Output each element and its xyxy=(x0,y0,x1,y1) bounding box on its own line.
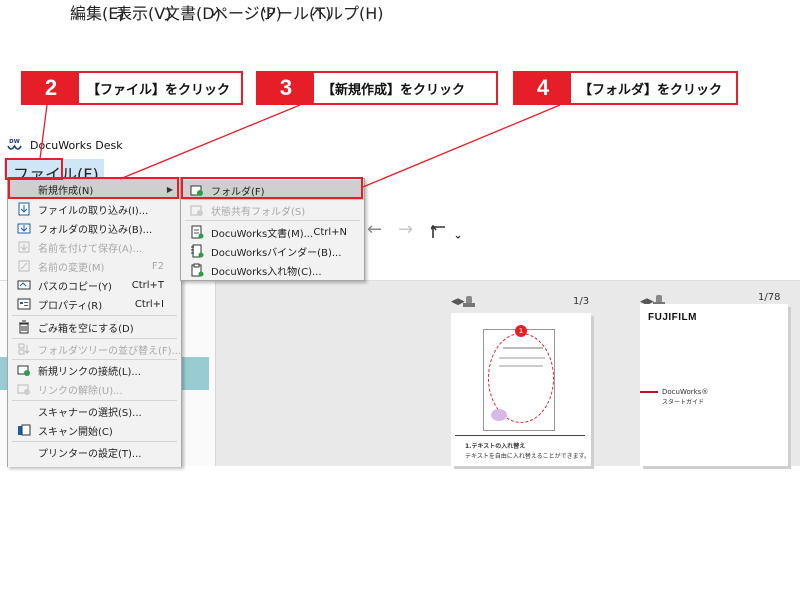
copy-path-icon xyxy=(17,280,31,290)
doc1-badge: 1 xyxy=(515,325,527,337)
file-menu-item-import-file[interactable]: ファイルの取り込み(I)... xyxy=(8,199,181,219)
file-menu-item-label: プロパティ(R) xyxy=(38,300,103,312)
doc1-text-line xyxy=(499,357,545,359)
file-menu-item-label: パスのコピー(Y) xyxy=(38,281,112,293)
doc2-page-count: 1/78 xyxy=(758,292,781,303)
unlink-icon xyxy=(17,384,30,395)
document-thumbnail-1[interactable]: 1 1.テキストの入れ替え テキストを自由に入れ替えることができます。 xyxy=(451,313,591,466)
trash-icon xyxy=(19,320,29,334)
file-menu-item-properties[interactable]: プロパティ(R) Ctrl+I xyxy=(8,294,181,314)
submenu-item-label: DocuWorksバインダー(B)... xyxy=(211,247,342,259)
up-level-icon[interactable] xyxy=(431,222,463,240)
submenu-item-label: DocuWorks入れ物(C)... xyxy=(211,266,322,278)
doc2-red-bar xyxy=(640,391,658,393)
file-menu-item-label: スキャン開始(C) xyxy=(38,426,113,438)
submenu-item-label: 状態共有フォルダ(S) xyxy=(211,206,306,218)
callout-step-3: 3 【新規作成】をクリック xyxy=(256,71,498,105)
file-menu: 新規作成(N) ▶ ファイルの取り込み(I)... フォルダの取り込み(B)..… xyxy=(7,177,182,467)
step-instruction: 【フォルダ】をクリック xyxy=(579,82,723,98)
new-link-icon xyxy=(17,365,30,376)
submenu-item-container[interactable]: DocuWorks入れ物(C)... xyxy=(181,260,364,280)
file-menu-item-import-folder[interactable]: フォルダの取り込み(B)... xyxy=(8,218,181,238)
file-menu-item-label: 名前の変更(M) xyxy=(38,262,105,274)
file-menu-item-printer-setup[interactable]: プリンターの設定(T)... xyxy=(8,442,181,462)
svg-text:DW: DW xyxy=(9,139,20,145)
document-thumbnail-2[interactable]: FUJIFILM DocuWorks® スタートガイド xyxy=(640,304,788,466)
doc1-body-text: テキストを自由に入れ替えることができます。 xyxy=(465,453,591,460)
file-menu-item-label: 名前を付けて保存(A)... xyxy=(38,243,143,255)
file-menu-item-start-scan[interactable]: スキャン開始(C) xyxy=(8,420,181,440)
container-icon xyxy=(191,263,204,277)
submenu-item-shared-folder[interactable]: 状態共有フォルダ(S) xyxy=(181,200,364,220)
binder-icon xyxy=(191,244,204,258)
callout-step-2: 2 【ファイル】をクリック xyxy=(21,71,243,105)
menu-bar xyxy=(0,159,800,179)
file-menu-item-copy-path[interactable]: パスのコピー(Y) Ctrl+T xyxy=(8,275,181,295)
rename-icon xyxy=(18,260,30,272)
submenu-item-label: DocuWorks文書(M)... xyxy=(211,228,314,240)
file-menu-item-rename[interactable]: 名前の変更(M) F2 xyxy=(8,256,181,276)
doc1-flower-illustration xyxy=(491,409,507,421)
file-menu-item-label: リンクの解除(U)... xyxy=(38,385,123,397)
document-icon xyxy=(191,225,204,239)
doc1-rule xyxy=(455,435,585,436)
shared-folder-icon xyxy=(190,205,203,216)
file-menu-item-empty-trash[interactable]: ごみ箱を空にする(D) xyxy=(8,317,181,337)
menu-divider xyxy=(12,315,177,316)
step-number: 2 xyxy=(23,73,79,103)
file-menu-item-label: スキャナーの選択(S)... xyxy=(38,407,142,419)
import-folder-icon xyxy=(17,223,31,234)
doc1-page-count: 1/3 xyxy=(573,296,590,307)
properties-icon xyxy=(17,298,31,310)
file-menu-item-sort-tree[interactable]: フォルダツリーの並び替え(F)... xyxy=(8,339,181,359)
file-menu-item-unlink[interactable]: リンクの解除(U)... xyxy=(8,379,181,399)
save-as-icon xyxy=(18,241,30,253)
file-menu-item-label: ごみ箱を空にする(D) xyxy=(38,323,134,335)
step-instruction: 【ファイル】をクリック xyxy=(87,82,231,98)
file-menu-item-save-as[interactable]: 名前を付けて保存(A)... xyxy=(8,237,181,257)
menu-divider xyxy=(185,220,360,221)
scan-icon xyxy=(18,424,31,436)
highlight-folder-item xyxy=(181,177,363,199)
doc2-subtitle: スタートガイド xyxy=(662,399,705,406)
step-number: 3 xyxy=(258,73,314,103)
file-menu-item-select-scanner[interactable]: スキャナーの選択(S)... xyxy=(8,401,181,421)
doc1-text-line xyxy=(499,365,543,367)
file-menu-item-shortcut: Ctrl+I xyxy=(134,298,164,310)
file-menu-item-label: ファイルの取り込み(I)... xyxy=(38,205,149,217)
file-menu-item-label: プリンターの設定(T)... xyxy=(38,448,142,460)
import-file-icon xyxy=(18,202,30,216)
file-menu-item-shortcut: Ctrl+T xyxy=(131,279,164,291)
doc1-text-line xyxy=(503,347,543,349)
step-number: 4 xyxy=(515,73,571,103)
menu-help[interactable]: ヘルプ(H) xyxy=(311,0,384,24)
back-arrow-icon[interactable]: ← xyxy=(367,219,382,240)
submenu-item-binder[interactable]: DocuWorksバインダー(B)... xyxy=(181,241,364,261)
file-menu-item-label: 新規リンクの接続(L)... xyxy=(38,366,141,378)
doc2-brand: FUJIFILM xyxy=(648,312,697,323)
doc1-heading: 1.テキストの入れ替え xyxy=(465,443,526,450)
highlight-new-item xyxy=(8,177,179,199)
file-menu-item-new-link[interactable]: 新規リンクの接続(L)... xyxy=(8,360,181,380)
sort-tree-icon xyxy=(18,343,30,355)
window-title: DocuWorks Desk xyxy=(30,139,123,152)
submenu-item-shortcut: Ctrl+N xyxy=(313,226,347,238)
step-instruction: 【新規作成】をクリック xyxy=(322,82,466,98)
forward-arrow-icon[interactable]: → xyxy=(398,219,413,240)
doc2-product-name: DocuWorks® xyxy=(662,388,709,396)
doc1-clip-icon xyxy=(463,296,475,307)
callout-step-4: 4 【フォルダ】をクリック xyxy=(513,71,738,105)
file-menu-item-shortcut: F2 xyxy=(151,260,164,272)
file-menu-item-label: フォルダの取り込み(B)... xyxy=(38,224,153,236)
submenu-item-document[interactable]: DocuWorks文書(M)... Ctrl+N xyxy=(181,222,364,242)
docuworks-logo-icon: DW xyxy=(7,139,22,150)
file-menu-item-label: フォルダツリーの並び替え(F)... xyxy=(38,345,182,357)
